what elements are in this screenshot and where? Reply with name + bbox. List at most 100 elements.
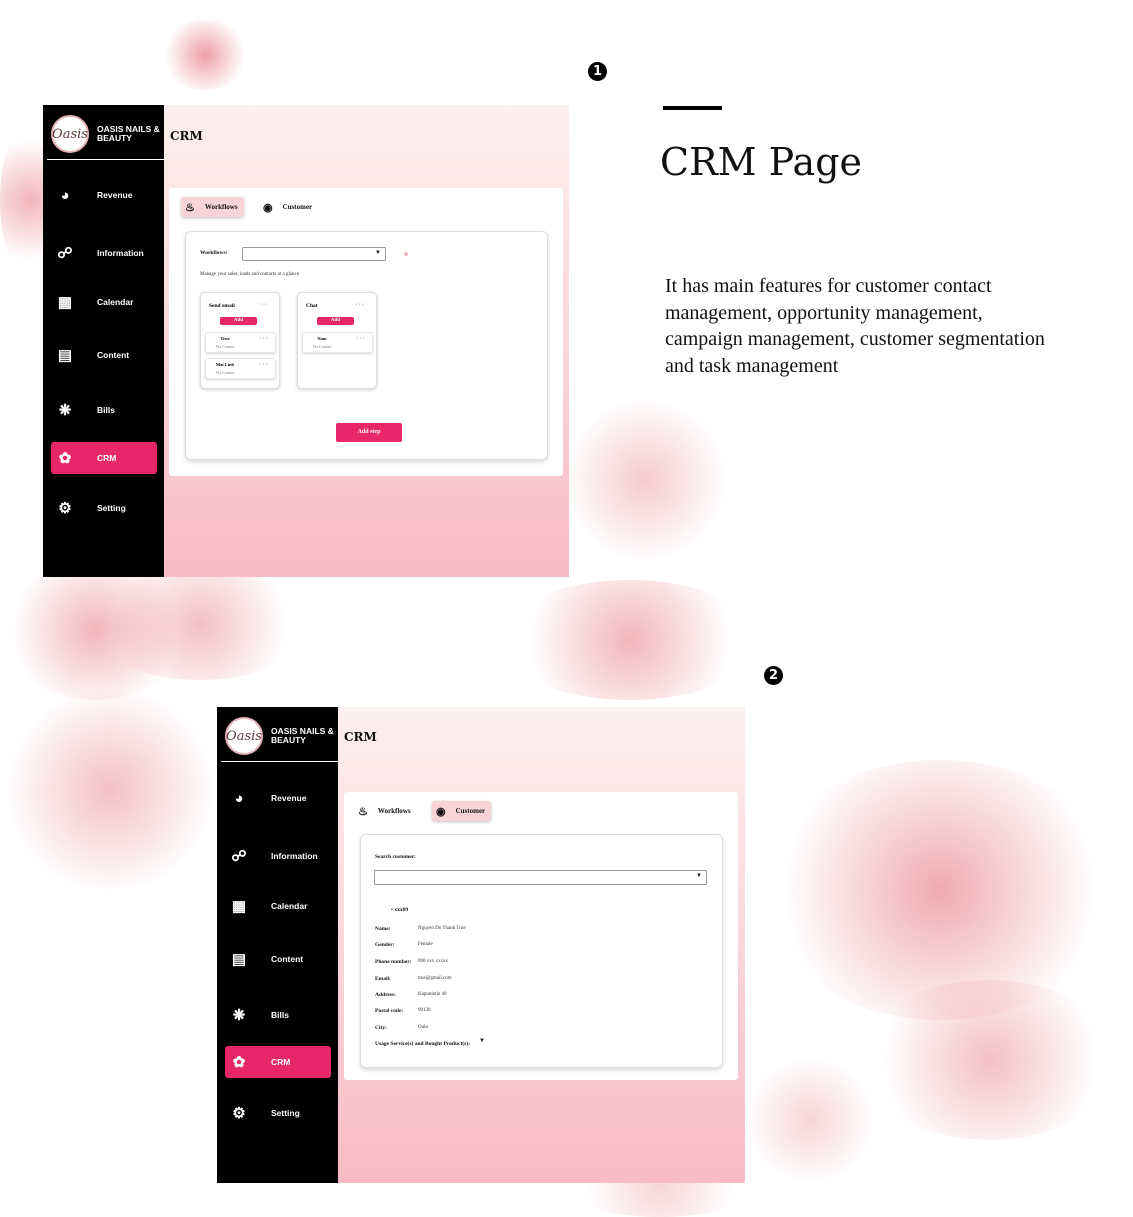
- calendar-icon: ▦: [231, 897, 247, 915]
- field-value: 090 xxx xxxxx: [418, 959, 448, 964]
- field-label: City:: [375, 1025, 387, 1031]
- search-customer-label: Search customer:: [375, 854, 416, 860]
- brand-name: OASIS NAILS & BEAUTY: [97, 123, 160, 143]
- item-name: Mai Linh: [215, 362, 235, 367]
- annotation-heading: CRM Page: [660, 140, 863, 184]
- tab-label: Workflows: [204, 203, 238, 211]
- tab-label: Customer: [282, 203, 313, 211]
- step-marker-1: 1: [588, 62, 607, 81]
- brand: Oasis OASIS NAILS & BEAUTY: [51, 115, 165, 153]
- brand-logo: Oasis: [51, 115, 89, 153]
- fire-icon: ♨: [185, 201, 195, 214]
- document-icon: ▤: [231, 950, 247, 968]
- calendar-icon: ▦: [57, 293, 73, 311]
- workflows-panel: Workflows: ▼ Manage your sales, leads an…: [185, 231, 548, 460]
- field-value: Oulu: [418, 1025, 428, 1030]
- sidebar-item-label: Content: [271, 954, 304, 964]
- item-sub: Via Contact: [215, 344, 235, 349]
- item-sub: Via Contact: [215, 370, 235, 375]
- customer-icon: ◉: [436, 805, 446, 818]
- sidebar-item-label: Bills: [97, 405, 115, 415]
- brand: Oasis OASIS NAILS & BEAUTY: [225, 717, 339, 755]
- tab-customer[interactable]: ◉ Customer: [432, 801, 492, 821]
- revenue-icon: ◕: [234, 789, 244, 807]
- bills-icon: ❋: [232, 1006, 246, 1024]
- tab-customer[interactable]: ◉ Customer: [259, 197, 318, 217]
- add-step-button[interactable]: Add step: [336, 423, 402, 442]
- sidebar-item-label: Revenue: [97, 190, 133, 200]
- sidebar: Oasis OASIS NAILS & BEAUTY ◕ Revenue ☍ Inf…: [43, 105, 164, 577]
- main-content: CRM ♨ Workflows ◉ Customer Search customer…: [338, 707, 745, 1183]
- field-label: Phone number:: [375, 959, 412, 965]
- crm-icon: ✿: [232, 1053, 246, 1071]
- annotation-description: It has main features for customer contac…: [665, 275, 1045, 377]
- sidebar-item-content[interactable]: ▤ Content: [51, 339, 157, 371]
- add-button[interactable]: Add: [317, 317, 354, 325]
- sidebar-item-label: Bills: [271, 1010, 289, 1020]
- workflow-column: Send email ··· Add True Via Contact ··· …: [200, 292, 280, 389]
- gear-icon: ⚙: [58, 499, 72, 517]
- more-icon[interactable]: ···: [355, 301, 365, 308]
- sidebar-item-label: Calendar: [97, 297, 134, 307]
- customer-id-value: xxx09: [394, 907, 409, 913]
- fire-icon: ♨: [358, 805, 368, 818]
- more-icon[interactable]: ···: [259, 361, 269, 368]
- more-icon[interactable]: ···: [356, 335, 366, 342]
- usage-dropdown-toggle[interactable]: ▼: [479, 1038, 485, 1044]
- workflow-item[interactable]: Nam Via Contact ···: [302, 332, 373, 353]
- field-value: true@gmail.com: [418, 976, 452, 981]
- sidebar-item-label: Revenue: [271, 793, 307, 803]
- sidebar-item-setting[interactable]: ⚙ Setting: [225, 1097, 331, 1129]
- sidebar-item-setting[interactable]: ⚙ Setting: [51, 492, 157, 524]
- page-title: CRM: [170, 129, 203, 143]
- sidebar-item-revenue[interactable]: ◕ Revenue: [225, 782, 331, 814]
- sidebar-item-content[interactable]: ▤ Content: [225, 943, 331, 975]
- item-name: Nam: [317, 336, 327, 341]
- sidebar-item-calendar[interactable]: ▦ Calendar: [225, 890, 331, 922]
- sidebar-item-information[interactable]: ☍ Information: [225, 840, 331, 872]
- app-window-customer: Oasis OASIS NAILS & BEAUTY ◕ Revenue ☍ Inf…: [217, 707, 745, 1183]
- gear-icon: ⚙: [232, 1104, 246, 1122]
- sidebar-item-bills[interactable]: ❋ Bills: [225, 999, 331, 1031]
- crm-card: ♨ Workflows ◉ Customer Workflows: ▼ Manage…: [169, 188, 563, 476]
- more-icon[interactable]: ···: [259, 335, 269, 342]
- sidebar-item-label: Information: [97, 248, 144, 258]
- brand-name: OASIS NAILS & BEAUTY: [271, 725, 334, 745]
- field-label: Email:: [375, 976, 391, 982]
- sidebar-item-calendar[interactable]: ▦ Calendar: [51, 286, 157, 318]
- crm-card: ♨ Workflows ◉ Customer Search customer: ▼ …: [344, 792, 738, 1080]
- search-customer-select[interactable]: ▼: [374, 870, 707, 885]
- sidebar-item-bills[interactable]: ❋ Bills: [51, 394, 157, 426]
- tab-label: Customer: [455, 807, 486, 815]
- workflow-item[interactable]: True Via Contact ···: [205, 332, 276, 353]
- bills-icon: ❋: [58, 401, 72, 419]
- workflows-subtitle: Manage your sales, leads and contacts at…: [200, 272, 301, 277]
- step-marker-2: 2: [764, 666, 783, 685]
- heading-rule: [663, 106, 722, 110]
- sidebar-item-crm[interactable]: ✿ CRM: [51, 442, 157, 474]
- workflows-select[interactable]: ▼: [242, 247, 386, 261]
- customer-panel: Search customer: ▼ • xxx09 Name: Nguyen …: [360, 834, 723, 1068]
- workflow-item[interactable]: Mai Linh Via Contact ···: [205, 358, 276, 379]
- sidebar-item-crm[interactable]: ✿ CRM: [225, 1046, 331, 1078]
- sidebar-item-information[interactable]: ☍ Information: [51, 237, 157, 269]
- field-label: Gender:: [375, 942, 395, 948]
- sidebar-item-label: CRM: [97, 453, 117, 463]
- chevron-down-icon: ▼: [375, 250, 381, 256]
- field-value: Kapunintie 40: [418, 992, 447, 997]
- more-icon[interactable]: ···: [258, 301, 268, 308]
- chevron-down-icon: ▼: [479, 1038, 485, 1044]
- add-button[interactable]: Add: [220, 317, 257, 325]
- column-title: Chat: [306, 303, 318, 309]
- tab-workflows[interactable]: ♨ Workflows: [354, 801, 417, 821]
- field-value: Nguyen Do Thanh True: [418, 926, 466, 931]
- sidebar-item-revenue[interactable]: ◕ Revenue: [51, 179, 157, 211]
- customer-id: • xxx09: [391, 907, 409, 913]
- tab-workflows[interactable]: ♨ Workflows: [181, 197, 244, 217]
- sidebar-item-label: Calendar: [271, 901, 308, 911]
- field-label: Usage Service(s) and Bought Product(s):: [375, 1041, 470, 1047]
- sidebar-item-label: Information: [271, 851, 318, 861]
- field-value: Female: [418, 942, 433, 947]
- brand-divider: [221, 761, 338, 762]
- item-sub: Via Contact: [312, 344, 332, 349]
